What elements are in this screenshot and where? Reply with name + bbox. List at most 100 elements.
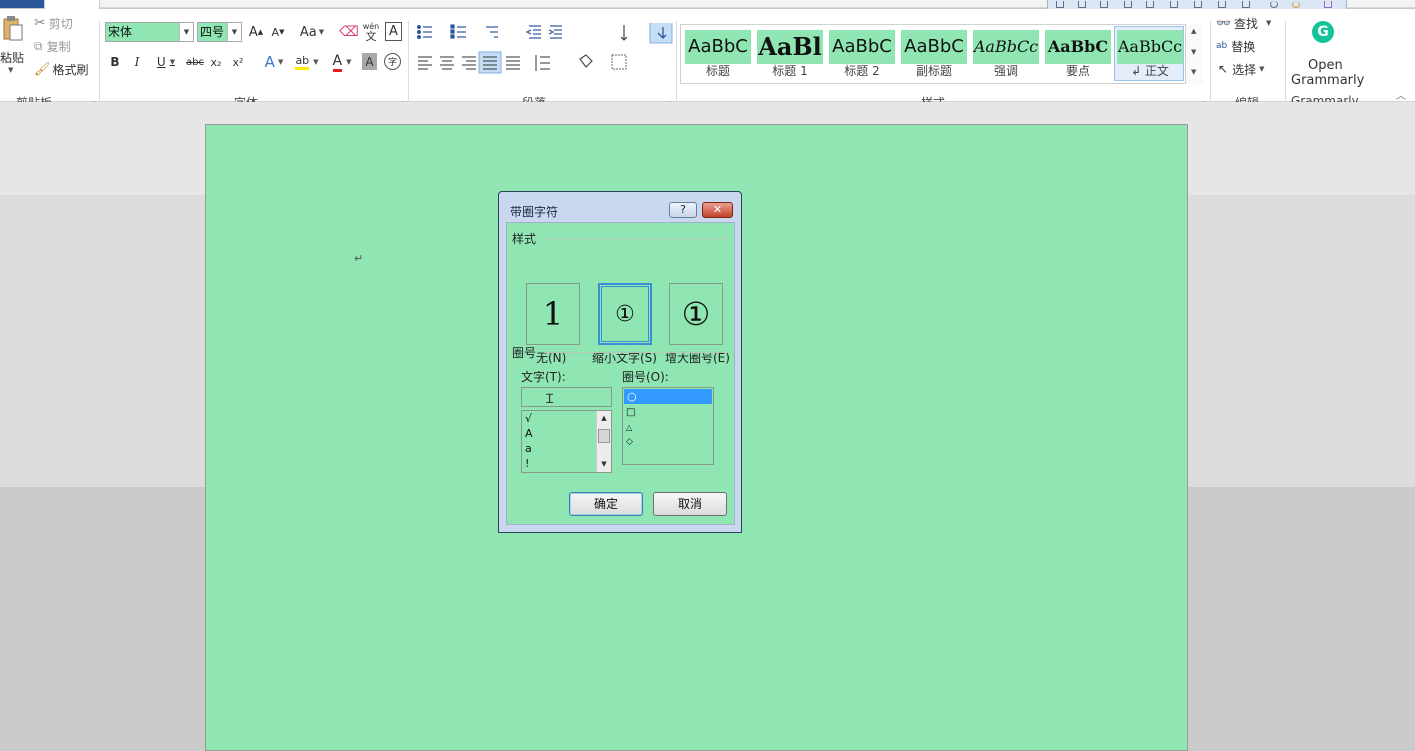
paste-button[interactable] <box>0 15 24 47</box>
numbering-icon[interactable] <box>450 24 466 39</box>
list-item[interactable]: ◇ <box>623 435 713 450</box>
brush-icon[interactable] <box>1324 1 1332 8</box>
chart-icon[interactable] <box>1242 1 1250 8</box>
style-heading2-preview[interactable]: AaBbC <box>829 30 895 64</box>
style-strong-preview[interactable]: AaBbC <box>1045 30 1111 64</box>
multilevel-list-icon[interactable] <box>486 26 498 38</box>
char-shading-button[interactable]: A <box>362 53 377 70</box>
gallery-down-icon[interactable]: ▼ <box>1191 48 1196 56</box>
text-effect-button[interactable]: A ▼ <box>260 52 288 72</box>
tab-file[interactable] <box>0 0 44 8</box>
close-button[interactable]: ✕ <box>702 202 733 218</box>
shrink-font-button[interactable]: A ▼ <box>270 23 286 41</box>
distributed-icon[interactable] <box>506 56 520 70</box>
list-item[interactable]: □ <box>623 405 713 420</box>
collapse-ribbon-icon[interactable]: ︿ <box>1396 87 1406 102</box>
paste-dropdown-icon[interactable]: ▼ <box>8 66 13 74</box>
chevron-down-icon[interactable]: ▼ <box>179 23 193 41</box>
increase-indent-icon[interactable] <box>548 25 562 39</box>
preview-icon[interactable] <box>1146 1 1154 8</box>
ribbon: 粘贴 ▼ ✂ 剪切 ⧉ 复制 🖌 格式刷 剪贴板 ◢ 宋体 ▼ 四号 ▼ A▲ … <box>0 9 1415 110</box>
italic-button[interactable]: I <box>130 53 144 71</box>
cut-label: 剪切 <box>48 16 73 31</box>
table-icon[interactable] <box>1170 1 1178 8</box>
decrease-indent-icon[interactable] <box>525 25 541 39</box>
list-item[interactable]: ○ <box>624 389 712 404</box>
enclose-characters-dialog: 带圈字符 ? ✕ 样式 1 无(N) ① 缩小文字(S) ① 增大圈号(E) 圈… <box>498 191 742 533</box>
cut-button[interactable]: ✂ 剪切 <box>34 14 73 32</box>
change-case-button[interactable]: Aa ▼ <box>298 23 326 41</box>
format-painter-button[interactable]: 🖌 格式刷 <box>34 60 89 78</box>
style-none-option[interactable]: 1 <box>526 283 580 345</box>
gallery-more-icon[interactable]: ▼ <box>1191 68 1196 76</box>
group-divider <box>99 21 100 107</box>
justify-button[interactable] <box>478 51 502 74</box>
grow-font-button[interactable]: A ▲ <box>248 23 264 41</box>
style-subtitle-preview[interactable]: AaBbC <box>901 30 967 64</box>
show-marks-button[interactable] <box>649 23 673 44</box>
align-right-icon[interactable] <box>462 56 476 70</box>
style-enlarge-symbol-option[interactable]: ① <box>669 283 723 345</box>
scroll-up-icon[interactable]: ▲ <box>597 412 611 424</box>
char-border-button[interactable]: A <box>385 22 402 41</box>
style-shrink-text-option[interactable]: ① <box>598 283 652 345</box>
help-button[interactable]: ? <box>669 202 697 218</box>
align-left-icon[interactable] <box>418 56 432 70</box>
enclosure-list[interactable]: ○ □ △ ◇ <box>622 387 714 465</box>
redo-icon[interactable] <box>1100 1 1108 8</box>
text-effect-icon: A <box>264 53 275 71</box>
style-normal-preview[interactable]: AaBbCc <box>1117 30 1183 64</box>
bold-button[interactable]: B <box>108 53 122 71</box>
scroll-down-icon[interactable]: ▼ <box>597 458 611 470</box>
shading-icon[interactable] <box>579 54 593 68</box>
style-emphasis-preview[interactable]: AaBbCc <box>973 30 1039 64</box>
select-button[interactable]: ↖ 选择 ▼ <box>1218 60 1264 78</box>
tab-home[interactable] <box>44 0 100 9</box>
copy-button[interactable]: ⧉ 复制 <box>34 37 71 55</box>
save-icon[interactable] <box>1056 1 1064 8</box>
text-input[interactable]: Ɪ <box>521 387 612 407</box>
replace-button[interactable]: ab 替换 <box>1216 37 1255 55</box>
subscript-icon: x₂ <box>210 55 222 69</box>
sort-icon[interactable] <box>620 25 628 41</box>
align-center-icon[interactable] <box>440 56 454 70</box>
font-size-field[interactable]: 四号 ▼ <box>197 22 242 42</box>
strikethrough-button[interactable]: abc <box>185 53 205 71</box>
borders-icon[interactable] <box>611 54 627 70</box>
bullets-icon[interactable] <box>416 24 432 40</box>
font-name-field[interactable]: 宋体 ▼ <box>105 22 194 42</box>
open-grammarly-button[interactable]: G Open Grammarly <box>1290 19 1364 89</box>
paragraph-mark: ↵ <box>354 252 364 265</box>
line-spacing-icon[interactable] <box>535 55 550 71</box>
scroll-thumb[interactable] <box>598 429 610 443</box>
emoji-icon[interactable] <box>1292 1 1300 8</box>
text-list[interactable]: √ A a ! ▲ ▼ <box>521 410 612 473</box>
shapes-icon[interactable] <box>1218 1 1226 8</box>
clear-format-button[interactable]: ⌫ <box>339 23 359 41</box>
ok-button[interactable]: 确定 <box>569 492 643 516</box>
style-heading1-preview[interactable]: AaBl <box>757 30 823 64</box>
cursor-icon: ↖ <box>1218 62 1229 76</box>
highlight-button[interactable]: ab ▼ <box>292 52 322 72</box>
chevron-down-icon[interactable]: ▼ <box>227 23 241 41</box>
font-color-button[interactable]: A ▼ <box>327 52 357 72</box>
paste-label[interactable]: 粘贴 <box>0 49 24 66</box>
undo-icon[interactable] <box>1078 1 1086 8</box>
find-button[interactable]: 👓 查找 ▼ <box>1216 14 1271 32</box>
enclose-char-button[interactable]: 字 <box>384 53 401 70</box>
gallery-up-icon[interactable]: ▲ <box>1191 27 1196 35</box>
style-title-preview[interactable]: AaBbC <box>685 30 751 64</box>
styles-gallery-scroller[interactable]: ▲ ▼ ▼ <box>1185 24 1203 84</box>
change-case-icon: Aa <box>299 24 317 40</box>
list-item[interactable]: △ <box>623 420 713 435</box>
text-list-scrollbar[interactable]: ▲ ▼ <box>596 411 611 472</box>
picture-icon[interactable] <box>1194 1 1202 8</box>
cancel-button[interactable]: 取消 <box>653 492 727 516</box>
print-icon[interactable] <box>1124 1 1132 8</box>
underline-button[interactable]: U ▼ <box>152 53 180 71</box>
find-label: 查找 <box>1233 16 1258 31</box>
refresh-icon[interactable] <box>1270 1 1278 8</box>
subscript-button[interactable]: x₂ <box>208 53 224 71</box>
superscript-button[interactable]: x² <box>230 53 246 71</box>
phonetic-guide-button[interactable]: wén 文 <box>362 21 380 43</box>
